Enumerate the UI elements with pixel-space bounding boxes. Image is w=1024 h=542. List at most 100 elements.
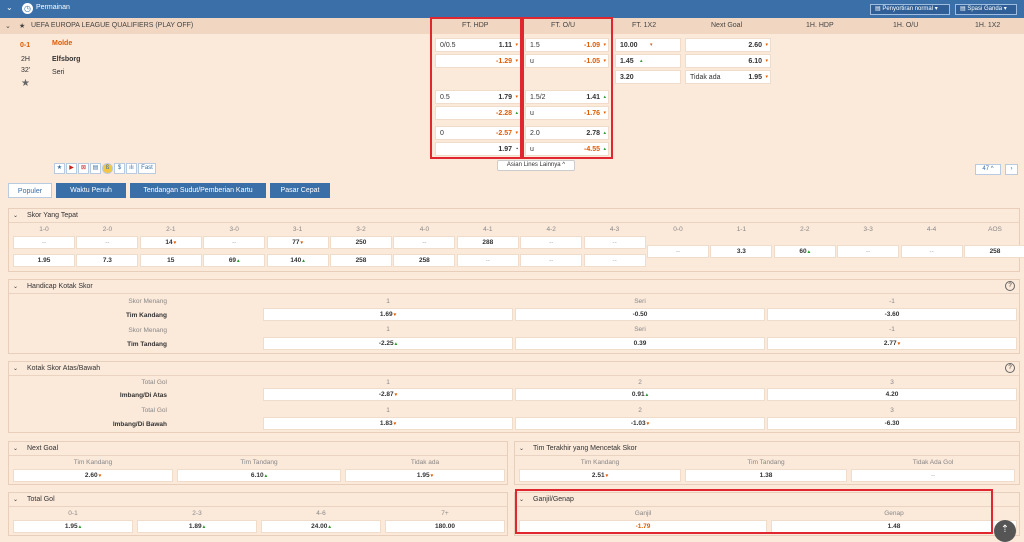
x12-away[interactable]: 1.45 ▴: [615, 54, 681, 68]
score-odds-cell[interactable]: --: [520, 236, 583, 249]
next-goal-away[interactable]: 6.10 ▾: [685, 54, 771, 68]
top-bar: ⌄ ◷ Permainan ▤ Penyortiran normal ▾ ▤ S…: [0, 0, 1024, 18]
tab-sudut-kartu[interactable]: Tendangan Sudut/Pemberian Kartu: [130, 183, 266, 198]
asian-lines-more-button[interactable]: Asian Lines Lainnya ^: [497, 160, 575, 171]
odds-cell[interactable]: -2.87▾: [263, 388, 513, 401]
score-odds-cell[interactable]: 15: [139, 254, 202, 267]
score-odds-cell[interactable]: 60▴: [773, 245, 836, 258]
score-odds-cell[interactable]: 14▾: [139, 236, 202, 249]
col-next-goal: Next Goal: [711, 22, 743, 29]
score-label: 2-0: [102, 226, 113, 233]
cashout-icon[interactable]: $: [114, 163, 125, 174]
board-icon[interactable]: ▤: [90, 163, 101, 174]
score-odds-cell[interactable]: --: [837, 245, 900, 258]
score-label: 4-0: [419, 226, 430, 233]
tab-waktu-penuh[interactable]: Waktu Penuh: [56, 183, 126, 198]
next-goal-home[interactable]: 2.60 ▾: [685, 38, 771, 52]
score-odds-cell[interactable]: 250: [330, 236, 392, 249]
row-sub-label: Total Gol: [141, 407, 167, 414]
odds-cell[interactable]: 4.20: [767, 388, 1017, 401]
collapse-icon[interactable]: ⌄: [519, 445, 524, 452]
col-ft-1x2: FT. 1X2: [632, 22, 657, 29]
col-label: 3: [890, 407, 894, 414]
score-odds-cell[interactable]: --: [203, 236, 266, 249]
score-odds-cell[interactable]: 77▾: [266, 236, 329, 249]
odds-cell[interactable]: 24.00▴: [261, 520, 381, 533]
spread-dropdown[interactable]: ▤ Spasi Ganda ▾: [955, 4, 1017, 15]
bet-builder-icon[interactable]: ß: [102, 163, 113, 174]
score-odds-cell[interactable]: --: [900, 245, 963, 258]
score-odds-cell[interactable]: 7.3: [76, 254, 139, 267]
more-markets-count[interactable]: 47 ^: [975, 164, 1001, 175]
collapse-icon[interactable]: ⌄: [13, 496, 18, 503]
odds-cell[interactable]: 1.95▾: [345, 469, 505, 482]
collapse-league-icon[interactable]: ⌄: [5, 22, 11, 30]
fast-button[interactable]: Fast: [138, 163, 156, 174]
help-icon[interactable]: ?: [1005, 363, 1015, 373]
help-icon[interactable]: ?: [1005, 281, 1015, 291]
score-odds-cell[interactable]: --: [13, 236, 75, 249]
score-odds-cell[interactable]: --: [583, 236, 646, 249]
next-goal-none[interactable]: Tidak ada 1.95 ▾: [685, 70, 771, 84]
odds-cell[interactable]: 2.51▾: [519, 469, 681, 482]
score-odds-cell[interactable]: --: [456, 254, 519, 267]
score-odds-cell[interactable]: --: [76, 236, 139, 249]
score-odds-cell[interactable]: --: [393, 236, 456, 249]
score-label: 1-0: [39, 226, 49, 233]
odds-cell[interactable]: 1.69▾: [263, 308, 513, 321]
score-odds-cell[interactable]: 258: [964, 245, 1024, 258]
col-label: -1: [889, 298, 895, 305]
collapse-icon[interactable]: ⌄: [13, 445, 18, 452]
odds-cell[interactable]: 0.39: [515, 337, 765, 350]
favorite-match-icon[interactable]: ★: [21, 78, 30, 89]
score-odds-cell[interactable]: 258: [393, 254, 456, 267]
collapse-icon[interactable]: ⌄: [6, 3, 13, 12]
score-odds-cell[interactable]: 3.3: [710, 245, 773, 258]
match-minute: 32': [21, 67, 31, 74]
odds-cell[interactable]: 1.95▴: [13, 520, 133, 533]
x12-home[interactable]: 10.00 ▾: [615, 38, 681, 52]
score-odds-cell[interactable]: 140▴: [266, 254, 329, 267]
odds-cell[interactable]: -1.03▾: [515, 417, 765, 430]
odds-cell[interactable]: 2.77▾: [767, 337, 1017, 350]
odds-cell[interactable]: 1.89▴: [137, 520, 257, 533]
odds-cell[interactable]: 2.60▾: [13, 469, 173, 482]
score-odds-cell[interactable]: 258: [330, 254, 392, 267]
odds-cell[interactable]: 0.91▴: [515, 388, 765, 401]
match-period: 2H: [21, 56, 30, 63]
tab-pasar-cepat[interactable]: Pasar Cepat: [270, 183, 330, 198]
score-odds-cell[interactable]: 69▴: [203, 254, 266, 267]
odds-cell[interactable]: -0.50: [515, 308, 765, 321]
odds-cell[interactable]: 1.38: [685, 469, 847, 482]
tab-populer[interactable]: Populer: [8, 183, 52, 198]
next-match-button[interactable]: ›: [1005, 164, 1018, 175]
score-odds-cell[interactable]: 288: [456, 236, 519, 249]
odds-cell[interactable]: -2.25▴: [263, 337, 513, 350]
video-icon[interactable]: ▶: [66, 163, 77, 174]
odds-cell[interactable]: 180.00: [385, 520, 505, 533]
score-odds-cell[interactable]: --: [520, 254, 583, 267]
row-label-away: Tim Tandang: [127, 341, 167, 348]
chart-icon[interactable]: ılı: [126, 163, 137, 174]
score-odds-cell[interactable]: 1.95: [13, 254, 75, 267]
odds-cell[interactable]: 1.83▾: [263, 417, 513, 430]
odds-cell[interactable]: -6.30: [767, 417, 1017, 430]
collapse-icon[interactable]: ⌄: [13, 212, 18, 219]
collapse-icon[interactable]: ⌄: [13, 365, 18, 372]
star-icon[interactable]: ★: [54, 163, 65, 174]
collapse-icon[interactable]: ⌄: [13, 283, 18, 290]
stats-icon[interactable]: ⊠: [78, 163, 89, 174]
sort-dropdown[interactable]: ▤ Penyortiran normal ▾: [870, 4, 950, 15]
odds-cell[interactable]: -3.60: [767, 308, 1017, 321]
favorite-league-icon[interactable]: ★: [19, 22, 25, 30]
score-odds-cell[interactable]: --: [647, 245, 709, 258]
odds-cell[interactable]: 6.10▴: [177, 469, 341, 482]
row-label-over: Imbang/Di Atas: [119, 392, 167, 399]
col-label: Seri: [634, 298, 646, 305]
x12-draw[interactable]: 3.20: [615, 70, 681, 84]
scroll-top-button[interactable]: ⇡: [994, 520, 1016, 542]
score-label: 0-0: [673, 226, 683, 233]
correct-score-panel: ⌄ Skor Yang Tepat 1-0 2-0 2-1 3-0 3-1 3-2 4-0 4-…: [8, 208, 1024, 272]
score-odds-cell[interactable]: --: [583, 254, 646, 267]
odds-cell[interactable]: --: [851, 469, 1015, 482]
